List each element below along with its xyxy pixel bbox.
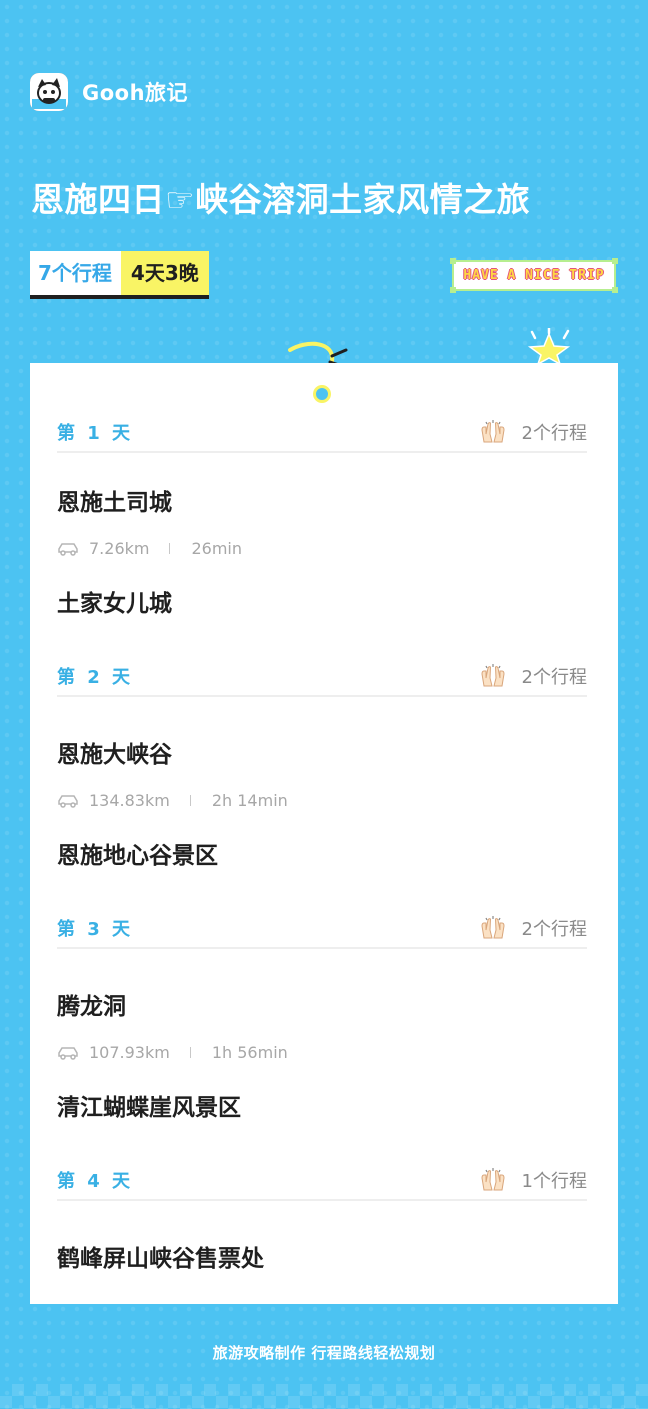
place-name: 恩施地心谷景区: [57, 843, 218, 869]
route-distance: 7.26km: [89, 539, 150, 558]
place-name: 土家女儿城: [57, 591, 172, 617]
day-trip-count: 2个行程: [478, 915, 587, 941]
day-4-header: 第 4 天 1个行程: [57, 1161, 587, 1201]
place-name: 鹤峰屏山峡谷售票处: [57, 1246, 264, 1272]
raising-hands-icon: [481, 420, 505, 443]
star-sparkle-icon: [527, 328, 571, 364]
app-brand: Gooh旅记: [30, 73, 188, 111]
place-name: 清江蝴蝶崖风景区: [57, 1095, 241, 1121]
card-pin-icon: [313, 385, 331, 403]
place-name: 腾龙洞: [57, 994, 126, 1020]
have-a-nice-trip-badge: HAVE A NICE TRIP: [450, 258, 618, 293]
footer-pattern: [0, 1384, 648, 1409]
car-icon: [58, 794, 78, 808]
footer-slogan: 旅游攻略制作 行程路线轻松规划: [212, 1344, 436, 1362]
day-1-header: 第 1 天 2个行程: [57, 413, 587, 453]
route-info: 134.83km 2h 14min: [57, 791, 288, 810]
day-label: 第 4 天: [57, 1171, 134, 1192]
route-time: 2h 14min: [211, 791, 288, 810]
place-name: 恩施大峡谷: [57, 742, 172, 768]
day-trip-count: 1个行程: [478, 1167, 587, 1193]
day-label: 第 2 天: [57, 667, 134, 688]
day-label: 第 3 天: [57, 919, 134, 940]
route-distance: 107.93km: [89, 1043, 170, 1062]
raising-hands-icon: [481, 916, 505, 939]
itinerary-card: 第 1 天 2个行程 恩施土司城 7.26km 26min 土家女儿城 第 2 …: [30, 363, 618, 1304]
badge-text: HAVE A NICE TRIP: [463, 268, 605, 283]
day-label: 第 1 天: [57, 423, 134, 444]
day-2-header: 第 2 天 2个行程: [57, 657, 587, 697]
trip-tags: 7个行程 4天3晚: [30, 251, 209, 299]
raising-hands-icon: [481, 1168, 505, 1191]
raising-hands-icon: [481, 664, 505, 687]
day-trip-count: 2个行程: [478, 419, 587, 445]
route-info: 7.26km 26min: [57, 539, 242, 558]
trip-title: 恩施四日☞峡谷溶洞土家风情之旅: [31, 180, 531, 219]
app-name: Gooh旅记: [82, 81, 189, 105]
route-time: 26min: [191, 539, 243, 558]
car-icon: [58, 1046, 78, 1060]
trip-duration-tag: 4天3晚: [120, 251, 209, 299]
mascot-logo-icon: [30, 73, 68, 111]
route-distance: 134.83km: [89, 791, 170, 810]
place-name: 恩施土司城: [57, 490, 172, 516]
trip-count-tag: 7个行程: [30, 251, 121, 299]
route-info: 107.93km 1h 56min: [57, 1043, 288, 1062]
day-trip-count: 2个行程: [478, 663, 587, 689]
day-3-header: 第 3 天 2个行程: [57, 909, 587, 949]
car-icon: [58, 542, 78, 556]
route-time: 1h 56min: [211, 1043, 288, 1062]
